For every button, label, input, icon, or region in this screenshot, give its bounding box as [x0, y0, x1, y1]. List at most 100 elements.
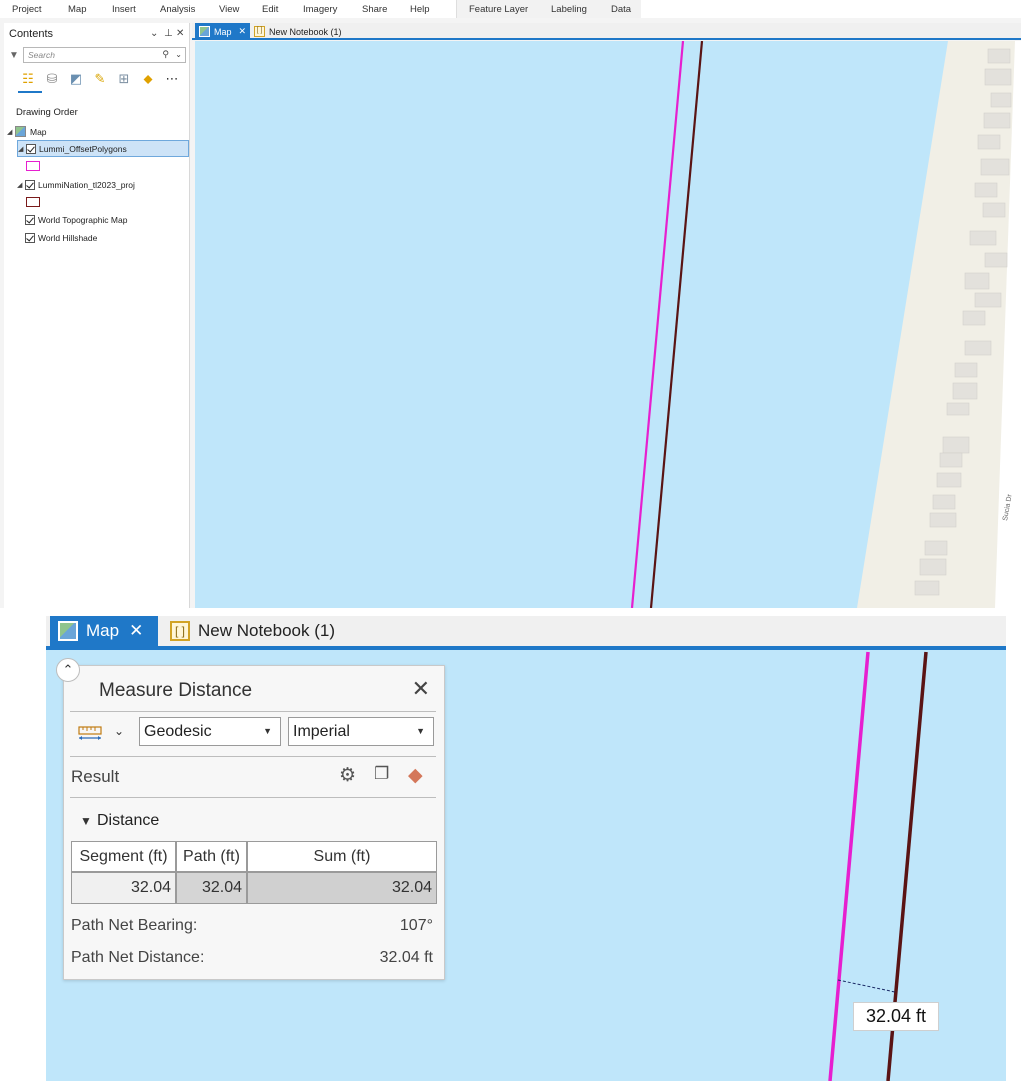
polygon-symbol-swatch[interactable] — [26, 161, 40, 171]
distance-heading[interactable]: Distance — [97, 812, 159, 830]
table-cell-segment: 32.04 — [71, 872, 176, 904]
divider — [70, 756, 436, 757]
net-distance-value: 32.04 ft — [379, 949, 433, 966]
tab-label: Map — [86, 621, 120, 640]
expand-triangle-icon[interactable]: ◢ — [17, 181, 25, 189]
tab-label: Map — [214, 26, 232, 37]
menu-view[interactable]: View — [219, 4, 239, 15]
layer-visibility-checkbox[interactable] — [26, 143, 36, 154]
tree-item-map[interactable]: ◢ Map — [7, 123, 47, 140]
notebook-icon: [ ] — [254, 26, 265, 37]
editing-icon[interactable]: ✎ — [92, 71, 108, 87]
chevron-down-icon[interactable]: ▼ — [80, 814, 92, 828]
divider — [70, 711, 436, 712]
labeling-icon[interactable]: ⬥ — [140, 71, 156, 87]
measure-mode-value: Geodesic — [144, 723, 212, 740]
close-icon[interactable]: ✕ — [412, 676, 430, 702]
menu-data[interactable]: Data — [611, 4, 631, 15]
result-heading: Result — [71, 767, 120, 786]
chevron-down-icon[interactable]: ⌄ — [175, 50, 182, 59]
bottom-screenshot: Map ✕ [ ] New Notebook (1) ⌃ Measure Dis… — [40, 608, 1021, 1081]
tree-item-world-topographic[interactable]: World Topographic Map — [25, 211, 127, 228]
layer-visibility-checkbox[interactable] — [25, 214, 35, 225]
chevron-down-icon[interactable]: ⌄ — [114, 724, 124, 738]
tab-label: New Notebook (1) — [198, 621, 336, 640]
tab-notebook[interactable]: [ ] New Notebook (1) — [170, 616, 335, 646]
tree-item-world-hillshade[interactable]: World Hillshade — [25, 229, 97, 246]
menu-help[interactable]: Help — [410, 4, 430, 15]
tree-item-lummi-nation[interactable]: ◢ LummiNation_tl2023_proj — [17, 176, 135, 193]
pin-icon[interactable]: ⊥ — [164, 28, 173, 39]
map-icon — [58, 621, 78, 641]
snapping-icon[interactable]: ⊞ — [116, 71, 132, 87]
contents-title: Contents — [9, 28, 54, 40]
close-icon[interactable]: ✕ — [176, 28, 184, 39]
menu-analysis[interactable]: Analysis — [160, 4, 195, 15]
view-tab-bar: Map ✕ [ ] New Notebook (1) — [46, 616, 1006, 650]
tab-map[interactable]: Map ✕ — [195, 23, 250, 40]
measure-mode-select[interactable]: Geodesic ▼ — [139, 717, 281, 746]
layer-visibility-checkbox[interactable] — [25, 179, 35, 190]
menu-share[interactable]: Share — [362, 4, 387, 15]
table-header-path: Path (ft) — [176, 841, 247, 872]
copy-icon[interactable]: ❐ — [374, 764, 389, 784]
eraser-icon[interactable]: ◆ — [408, 764, 423, 787]
map-icon — [199, 26, 210, 37]
table-header-segment: Segment (ft) — [71, 841, 176, 872]
drawing-order-icon[interactable]: ☷ — [20, 71, 36, 87]
ruler-icon[interactable] — [78, 724, 102, 742]
tree-item-label: Lummi_OffsetPolygons — [39, 143, 127, 154]
units-value: Imperial — [293, 723, 350, 740]
path-net-distance-row: Path Net Distance: 32.04 ft — [71, 949, 433, 967]
menu-imagery[interactable]: Imagery — [303, 4, 337, 15]
menu-feature-layer[interactable]: Feature Layer — [469, 4, 528, 15]
tree-item-label: World Hillshade — [38, 232, 98, 243]
chevron-up-icon[interactable]: ⌃ — [56, 658, 80, 682]
top-screenshot: Project Map Insert Analysis View Edit Im… — [0, 0, 1021, 608]
chevron-down-icon[interactable]: ⌄ — [150, 28, 158, 39]
menu-insert[interactable]: Insert — [112, 4, 136, 15]
selection-icon[interactable]: ◩ — [68, 71, 84, 87]
menu-labeling[interactable]: Labeling — [551, 4, 587, 15]
bearing-label: Path Net Bearing: — [71, 917, 198, 934]
active-view-indicator — [18, 91, 42, 93]
net-distance-label: Path Net Distance: — [71, 949, 205, 966]
layer-visibility-checkbox[interactable] — [25, 232, 35, 243]
tree-item-label: Map — [30, 126, 47, 137]
search-placeholder: Search — [28, 50, 55, 60]
filter-icon[interactable]: ▼ — [9, 50, 19, 61]
ribbon-menu-bar: Project Map Insert Analysis View Edit Im… — [0, 0, 1021, 18]
tree-item-lummi-offset-polygons[interactable]: ◢ Lummi_OffsetPolygons — [17, 140, 189, 157]
dropdown-caret-icon: ▼ — [416, 726, 425, 736]
dropdown-caret-icon: ▼ — [263, 726, 272, 736]
map-view[interactable]: Sucia Dr — [195, 41, 1021, 608]
table-cell-path: 32.04 — [176, 872, 247, 904]
search-icon[interactable]: ⚲ — [162, 49, 169, 60]
tree-item-label: LummiNation_tl2023_proj — [38, 179, 135, 190]
close-icon[interactable]: ✕ — [129, 621, 143, 641]
path-net-bearing-row: Path Net Bearing: 107° — [71, 917, 433, 935]
gear-icon[interactable]: ⚙ — [339, 764, 356, 787]
menu-project[interactable]: Project — [12, 4, 42, 15]
table-cell-sum: 32.04 — [247, 872, 437, 904]
drawing-order-heading: Drawing Order — [16, 107, 78, 118]
expand-triangle-icon[interactable]: ◢ — [7, 128, 15, 136]
tab-map[interactable]: Map ✕ — [50, 616, 158, 646]
more-icon[interactable]: ⋯ — [164, 71, 180, 87]
polygon-symbol-swatch[interactable] — [26, 197, 40, 207]
menu-edit[interactable]: Edit — [262, 4, 278, 15]
units-select[interactable]: Imperial ▼ — [288, 717, 434, 746]
measure-distance-panel: Measure Distance ✕ ⌄ Geodesic ▼ Imperial — [63, 665, 445, 980]
divider — [70, 797, 436, 798]
tab-notebook[interactable]: [ ] New Notebook (1) — [254, 23, 342, 40]
map-canvas[interactable]: Sucia Dr — [195, 41, 1021, 608]
contents-pane: Contents ⌄ ⊥ ✕ ▼ Search ⚲ ⌄ ☷ ⛁ ◩ ✎ ⊞ ⬥ … — [4, 23, 190, 608]
expand-triangle-icon[interactable]: ◢ — [18, 145, 26, 153]
view-tab-bar: Map ✕ [ ] New Notebook (1) — [192, 23, 1021, 40]
tab-label: New Notebook (1) — [269, 26, 342, 37]
contents-search-input[interactable]: Search ⚲ ⌄ — [23, 47, 186, 63]
data-source-icon[interactable]: ⛁ — [44, 71, 60, 87]
menu-map[interactable]: Map — [68, 4, 86, 15]
distance-table: Segment (ft) Path (ft) Sum (ft) 32.04 32… — [71, 841, 437, 905]
close-icon[interactable]: ✕ — [239, 26, 247, 37]
